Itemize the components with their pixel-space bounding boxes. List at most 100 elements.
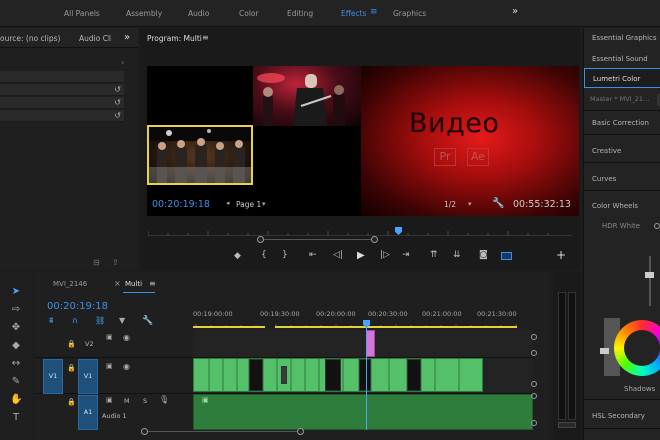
mute-button[interactable]: M: [124, 397, 130, 405]
meter-solo-buttons[interactable]: [558, 422, 576, 428]
track-scroll-dot[interactable]: [531, 393, 537, 399]
essential-graphics-tab[interactable]: Essential Graphics: [592, 34, 657, 42]
workspace-menu-icon[interactable]: ≡: [370, 7, 378, 17]
workspace-tab-audio[interactable]: Audio: [188, 9, 209, 18]
timeline-settings-icon[interactable]: 🔧: [142, 316, 153, 326]
add-marker-icon[interactable]: ▼: [119, 316, 125, 325]
source-patch-v1[interactable]: V1: [43, 359, 63, 394]
scroll-handle-left[interactable]: [141, 428, 148, 435]
wrench-icon[interactable]: 🔧: [492, 198, 504, 209]
mark-out-icon[interactable]: }: [282, 250, 288, 260]
page-select[interactable]: Page 1: [236, 200, 261, 209]
page-select-chevron-icon[interactable]: ▾: [262, 200, 266, 208]
track-scroll-dot[interactable]: [531, 350, 537, 356]
sequence-tab-multi[interactable]: Multi: [125, 280, 142, 288]
zoom-select-chevron-icon[interactable]: ▾: [468, 200, 472, 208]
program-video-frame[interactable]: Видео Pr Ae: [147, 66, 579, 216]
midtone-slider[interactable]: [649, 256, 651, 306]
track-lane-v1[interactable]: [193, 358, 533, 394]
v2-clip[interactable]: [366, 330, 375, 357]
selection-tool-icon[interactable]: ➤: [10, 286, 22, 298]
workspace-tab-effects[interactable]: Effects: [341, 9, 367, 18]
master-clip-select[interactable]: Master * MVI_21...: [590, 95, 656, 106]
sequence-tab-mvi[interactable]: MVI_2146: [53, 280, 87, 288]
track-select-tool-icon[interactable]: ⇨: [10, 304, 22, 316]
basic-correction-section[interactable]: Basic Correction: [592, 119, 649, 127]
multicam-view-toggle-icon[interactable]: [501, 252, 512, 260]
curves-section[interactable]: Curves: [592, 175, 616, 183]
color-wheel-center[interactable]: [624, 330, 660, 366]
multicam-angle[interactable]: [253, 126, 361, 186]
close-tab-icon[interactable]: ×: [114, 279, 121, 288]
zoom-handle-right[interactable]: [371, 236, 378, 243]
sync-lock-icon[interactable]: ▣: [106, 396, 113, 404]
multicam-angle[interactable]: [147, 66, 253, 126]
source-overflow-button[interactable]: »: [124, 32, 130, 43]
lock-icon[interactable]: 🔒: [67, 398, 76, 406]
pen-tool-icon[interactable]: ✎: [10, 376, 22, 388]
razor-tool-icon[interactable]: ◆: [10, 340, 22, 352]
track-scroll-dot[interactable]: [531, 381, 537, 387]
step-forward-icon[interactable]: |▷: [380, 250, 390, 260]
type-tool-icon[interactable]: T: [10, 412, 22, 424]
scroll-handle-right[interactable]: [297, 428, 304, 435]
reset-icon[interactable]: ↺: [114, 85, 121, 94]
workspace-tab-all-panels[interactable]: All Panels: [64, 9, 100, 18]
sync-lock-icon[interactable]: ▣: [106, 333, 113, 341]
title-card[interactable]: Видео Pr Ae: [361, 66, 579, 216]
lift-icon[interactable]: ⇈: [430, 250, 438, 260]
workspace-tab-assembly[interactable]: Assembly: [126, 9, 162, 18]
go-to-in-icon[interactable]: ⇤: [309, 250, 317, 260]
filter-icon[interactable]: ⊟: [93, 258, 100, 267]
play-icon[interactable]: ▶: [357, 250, 365, 261]
essential-sound-tab[interactable]: Essential Sound: [592, 55, 648, 63]
reset-icon[interactable]: ↺: [114, 111, 121, 120]
marker-icon[interactable]: ◆: [234, 251, 241, 261]
timeline-timecode[interactable]: 00:20:19:18: [47, 301, 108, 312]
step-back-icon[interactable]: ◁|: [333, 250, 343, 260]
workspace-tab-color[interactable]: Color: [239, 9, 259, 18]
track-lane-v2[interactable]: [193, 330, 533, 358]
linked-selection-icon[interactable]: ⛓: [95, 316, 105, 325]
multicam-angle-active[interactable]: [147, 125, 253, 185]
collapse-chevron-icon[interactable]: ‹: [121, 58, 124, 67]
reset-icon[interactable]: ↺: [114, 98, 121, 107]
page-select-arrow-icon[interactable]: ◂: [226, 199, 230, 207]
shadows-color-wheel[interactable]: [614, 320, 660, 376]
lumetri-color-tab[interactable]: Lumetri Color: [584, 68, 660, 88]
monitor-zoom-bar[interactable]: [260, 239, 374, 240]
playhead-timecode[interactable]: 00:20:19:18: [152, 199, 210, 210]
go-to-out-icon[interactable]: ⇥: [402, 250, 410, 260]
microphone-icon[interactable]: 🎙: [159, 395, 169, 404]
extract-icon[interactable]: ⇊: [453, 250, 461, 260]
program-menu-icon[interactable]: ≡: [202, 33, 209, 42]
workspace-overflow-button[interactable]: »: [512, 6, 518, 17]
track-target-a1[interactable]: A1: [78, 395, 98, 430]
workspace-tab-graphics[interactable]: Graphics: [393, 9, 426, 18]
insert-overwrite-icon[interactable]: ⩩: [49, 316, 53, 326]
eye-icon[interactable]: ◉: [123, 362, 130, 371]
mark-in-icon[interactable]: {: [261, 250, 267, 260]
track-scroll-dot[interactable]: [531, 334, 537, 340]
timeline-scrollbar[interactable]: [145, 431, 301, 432]
multicam-angle-concert[interactable]: [253, 66, 361, 126]
camera-icon[interactable]: ◙: [479, 250, 488, 260]
track-target-v1[interactable]: V1: [78, 359, 98, 394]
creative-section[interactable]: Creative: [592, 147, 621, 155]
program-monitor-title[interactable]: Program: Multi: [147, 34, 202, 43]
snap-icon[interactable]: ∩: [72, 316, 78, 325]
export-icon[interactable]: ⇪: [112, 258, 119, 267]
eye-icon[interactable]: ◉: [123, 333, 130, 342]
monitor-time-ruler[interactable]: [147, 222, 572, 236]
midtone-slider-handle[interactable]: [645, 272, 654, 278]
ripple-edit-tool-icon[interactable]: ✥: [10, 322, 22, 334]
solo-button[interactable]: S: [143, 397, 147, 405]
source-panel-title[interactable]: ource: (no clips): [0, 34, 60, 43]
add-button-icon[interactable]: +: [556, 248, 566, 262]
audio-clip-a1[interactable]: ▣: [193, 394, 533, 430]
zoom-handle-left[interactable]: [257, 236, 264, 243]
hsl-secondary-section[interactable]: HSL Secondary: [592, 412, 645, 420]
timeline-playhead-line[interactable]: [366, 328, 367, 430]
audio-clip-mixer-tab[interactable]: Audio Cli: [79, 34, 111, 43]
color-wheels-section[interactable]: Color Wheels: [592, 202, 638, 210]
